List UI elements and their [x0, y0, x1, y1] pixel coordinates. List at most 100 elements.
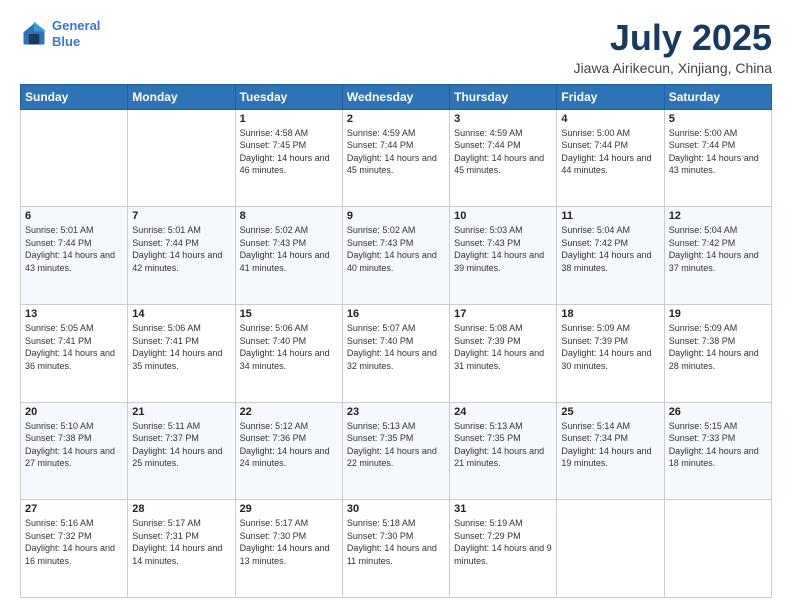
calendar-cell-1-5: 11Sunrise: 5:04 AM Sunset: 7:42 PM Dayli… [557, 207, 664, 305]
calendar-cell-4-2: 29 Sunrise: 5:17 AM Sunset: 7:30 PM Dayli… [235, 500, 342, 598]
week-row-0: 1 Sunrise: 4:58 AM Sunset: 7:45 PM Daylig… [21, 109, 772, 207]
calendar-cell-3-1: 21 Sunrise: 5:11 AM Sunset: 7:37 PM Dayli… [128, 402, 235, 500]
col-saturday: Saturday [664, 84, 771, 109]
day-number: 4 [561, 113, 659, 125]
calendar-cell-2-5: 18 Sunrise: 5:09 AM Sunset: 7:39 PM Dayli… [557, 304, 664, 402]
calendar-cell-4-6 [664, 500, 771, 598]
logo: General Blue [20, 18, 100, 49]
day-number: 7 [132, 210, 230, 222]
day-number: 24 [454, 406, 552, 418]
day-number: 18 [561, 308, 659, 320]
calendar-cell-2-1: 14 Sunrise: 5:06 AM Sunset: 7:41 PM Dayli… [128, 304, 235, 402]
cell-info: Sunrise: 5:01 AM Sunset: 7:44 PM Dayligh… [132, 224, 230, 274]
cell-info: Sunrise: 5:16 AM Sunset: 7:32 PM Dayligh… [25, 517, 123, 567]
logo-text: General Blue [52, 18, 100, 49]
cell-info: Sunrise: 5:17 AM Sunset: 7:30 PM Dayligh… [240, 517, 338, 567]
calendar-cell-1-6: 12Sunrise: 5:04 AM Sunset: 7:42 PM Dayli… [664, 207, 771, 305]
calendar-cell-3-6: 26Sunrise: 5:15 AM Sunset: 7:33 PM Dayli… [664, 402, 771, 500]
cell-info: Sunrise: 5:13 AM Sunset: 7:35 PM Dayligh… [454, 420, 552, 470]
main-title: July 2025 [574, 18, 772, 58]
cell-info: Sunrise: 5:00 AM Sunset: 7:44 PM Dayligh… [669, 127, 767, 177]
day-number: 20 [25, 406, 123, 418]
col-tuesday: Tuesday [235, 84, 342, 109]
logo-line2: Blue [52, 34, 80, 49]
day-number: 28 [132, 503, 230, 515]
calendar-cell-1-1: 7 Sunrise: 5:01 AM Sunset: 7:44 PM Daylig… [128, 207, 235, 305]
day-number: 10 [454, 210, 552, 222]
cell-info: Sunrise: 5:19 AM Sunset: 7:29 PM Dayligh… [454, 517, 552, 567]
calendar-cell-4-5 [557, 500, 664, 598]
calendar-cell-1-3: 9 Sunrise: 5:02 AM Sunset: 7:43 PM Daylig… [342, 207, 449, 305]
cell-info: Sunrise: 5:10 AM Sunset: 7:38 PM Dayligh… [25, 420, 123, 470]
cell-info: Sunrise: 4:59 AM Sunset: 7:44 PM Dayligh… [454, 127, 552, 177]
day-number: 8 [240, 210, 338, 222]
calendar-cell-3-4: 24 Sunrise: 5:13 AM Sunset: 7:35 PM Dayli… [450, 402, 557, 500]
calendar-cell-0-4: 3 Sunrise: 4:59 AM Sunset: 7:44 PM Daylig… [450, 109, 557, 207]
calendar-table: Sunday Monday Tuesday Wednesday Thursday… [20, 84, 772, 598]
cell-info: Sunrise: 4:59 AM Sunset: 7:44 PM Dayligh… [347, 127, 445, 177]
cell-info: Sunrise: 5:02 AM Sunset: 7:43 PM Dayligh… [347, 224, 445, 274]
day-number: 21 [132, 406, 230, 418]
day-number: 19 [669, 308, 767, 320]
day-number: 27 [25, 503, 123, 515]
cell-info: Sunrise: 5:02 AM Sunset: 7:43 PM Dayligh… [240, 224, 338, 274]
day-number: 31 [454, 503, 552, 515]
col-wednesday: Wednesday [342, 84, 449, 109]
calendar-cell-4-0: 27 Sunrise: 5:16 AM Sunset: 7:32 PM Dayli… [21, 500, 128, 598]
calendar-cell-2-4: 17 Sunrise: 5:08 AM Sunset: 7:39 PM Dayli… [450, 304, 557, 402]
cell-info: Sunrise: 5:17 AM Sunset: 7:31 PM Dayligh… [132, 517, 230, 567]
calendar-cell-3-5: 25Sunrise: 5:14 AM Sunset: 7:34 PM Dayli… [557, 402, 664, 500]
day-number: 17 [454, 308, 552, 320]
calendar-cell-0-0 [21, 109, 128, 207]
day-number: 9 [347, 210, 445, 222]
cell-info: Sunrise: 5:03 AM Sunset: 7:43 PM Dayligh… [454, 224, 552, 274]
cell-info: Sunrise: 5:04 AM Sunset: 7:42 PM Dayligh… [561, 224, 659, 274]
calendar-cell-0-2: 1 Sunrise: 4:58 AM Sunset: 7:45 PM Daylig… [235, 109, 342, 207]
cell-info: Sunrise: 5:09 AM Sunset: 7:39 PM Dayligh… [561, 322, 659, 372]
calendar-cell-3-3: 23 Sunrise: 5:13 AM Sunset: 7:35 PM Dayli… [342, 402, 449, 500]
day-number: 12 [669, 210, 767, 222]
cell-info: Sunrise: 5:08 AM Sunset: 7:39 PM Dayligh… [454, 322, 552, 372]
calendar-cell-2-6: 19 Sunrise: 5:09 AM Sunset: 7:38 PM Dayli… [664, 304, 771, 402]
calendar-header-row: Sunday Monday Tuesday Wednesday Thursday… [21, 84, 772, 109]
col-friday: Friday [557, 84, 664, 109]
week-row-2: 13 Sunrise: 5:05 AM Sunset: 7:41 PM Dayli… [21, 304, 772, 402]
calendar-cell-2-3: 16Sunrise: 5:07 AM Sunset: 7:40 PM Dayli… [342, 304, 449, 402]
day-number: 29 [240, 503, 338, 515]
calendar-cell-0-6: 5Sunrise: 5:00 AM Sunset: 7:44 PM Daylig… [664, 109, 771, 207]
day-number: 25 [561, 406, 659, 418]
day-number: 22 [240, 406, 338, 418]
day-number: 26 [669, 406, 767, 418]
calendar-cell-0-5: 4 Sunrise: 5:00 AM Sunset: 7:44 PM Daylig… [557, 109, 664, 207]
subtitle: Jiawa Airikecun, Xinjiang, China [574, 60, 772, 76]
cell-info: Sunrise: 5:05 AM Sunset: 7:41 PM Dayligh… [25, 322, 123, 372]
logo-line1: General [52, 18, 100, 33]
day-number: 1 [240, 113, 338, 125]
title-block: July 2025 Jiawa Airikecun, Xinjiang, Chi… [574, 18, 772, 76]
calendar-cell-2-0: 13 Sunrise: 5:05 AM Sunset: 7:41 PM Dayli… [21, 304, 128, 402]
calendar-cell-1-0: 6Sunrise: 5:01 AM Sunset: 7:44 PM Daylig… [21, 207, 128, 305]
cell-info: Sunrise: 5:09 AM Sunset: 7:38 PM Dayligh… [669, 322, 767, 372]
calendar-cell-4-4: 31 Sunrise: 5:19 AM Sunset: 7:29 PM Dayli… [450, 500, 557, 598]
calendar-cell-1-4: 10 Sunrise: 5:03 AM Sunset: 7:43 PM Dayli… [450, 207, 557, 305]
day-number: 6 [25, 210, 123, 222]
day-number: 16 [347, 308, 445, 320]
week-row-4: 27 Sunrise: 5:16 AM Sunset: 7:32 PM Dayli… [21, 500, 772, 598]
cell-info: Sunrise: 5:06 AM Sunset: 7:41 PM Dayligh… [132, 322, 230, 372]
cell-info: Sunrise: 4:58 AM Sunset: 7:45 PM Dayligh… [240, 127, 338, 177]
cell-info: Sunrise: 5:13 AM Sunset: 7:35 PM Dayligh… [347, 420, 445, 470]
calendar-cell-4-1: 28 Sunrise: 5:17 AM Sunset: 7:31 PM Dayli… [128, 500, 235, 598]
calendar-cell-3-2: 22Sunrise: 5:12 AM Sunset: 7:36 PM Dayli… [235, 402, 342, 500]
cell-info: Sunrise: 5:11 AM Sunset: 7:37 PM Dayligh… [132, 420, 230, 470]
day-number: 14 [132, 308, 230, 320]
day-number: 3 [454, 113, 552, 125]
calendar-cell-3-0: 20 Sunrise: 5:10 AM Sunset: 7:38 PM Dayli… [21, 402, 128, 500]
day-number: 23 [347, 406, 445, 418]
page: General Blue July 2025 Jiawa Airikecun, … [0, 0, 792, 612]
cell-info: Sunrise: 5:00 AM Sunset: 7:44 PM Dayligh… [561, 127, 659, 177]
header: General Blue July 2025 Jiawa Airikecun, … [20, 18, 772, 76]
day-number: 13 [25, 308, 123, 320]
col-monday: Monday [128, 84, 235, 109]
calendar-cell-1-2: 8 Sunrise: 5:02 AM Sunset: 7:43 PM Daylig… [235, 207, 342, 305]
day-number: 15 [240, 308, 338, 320]
